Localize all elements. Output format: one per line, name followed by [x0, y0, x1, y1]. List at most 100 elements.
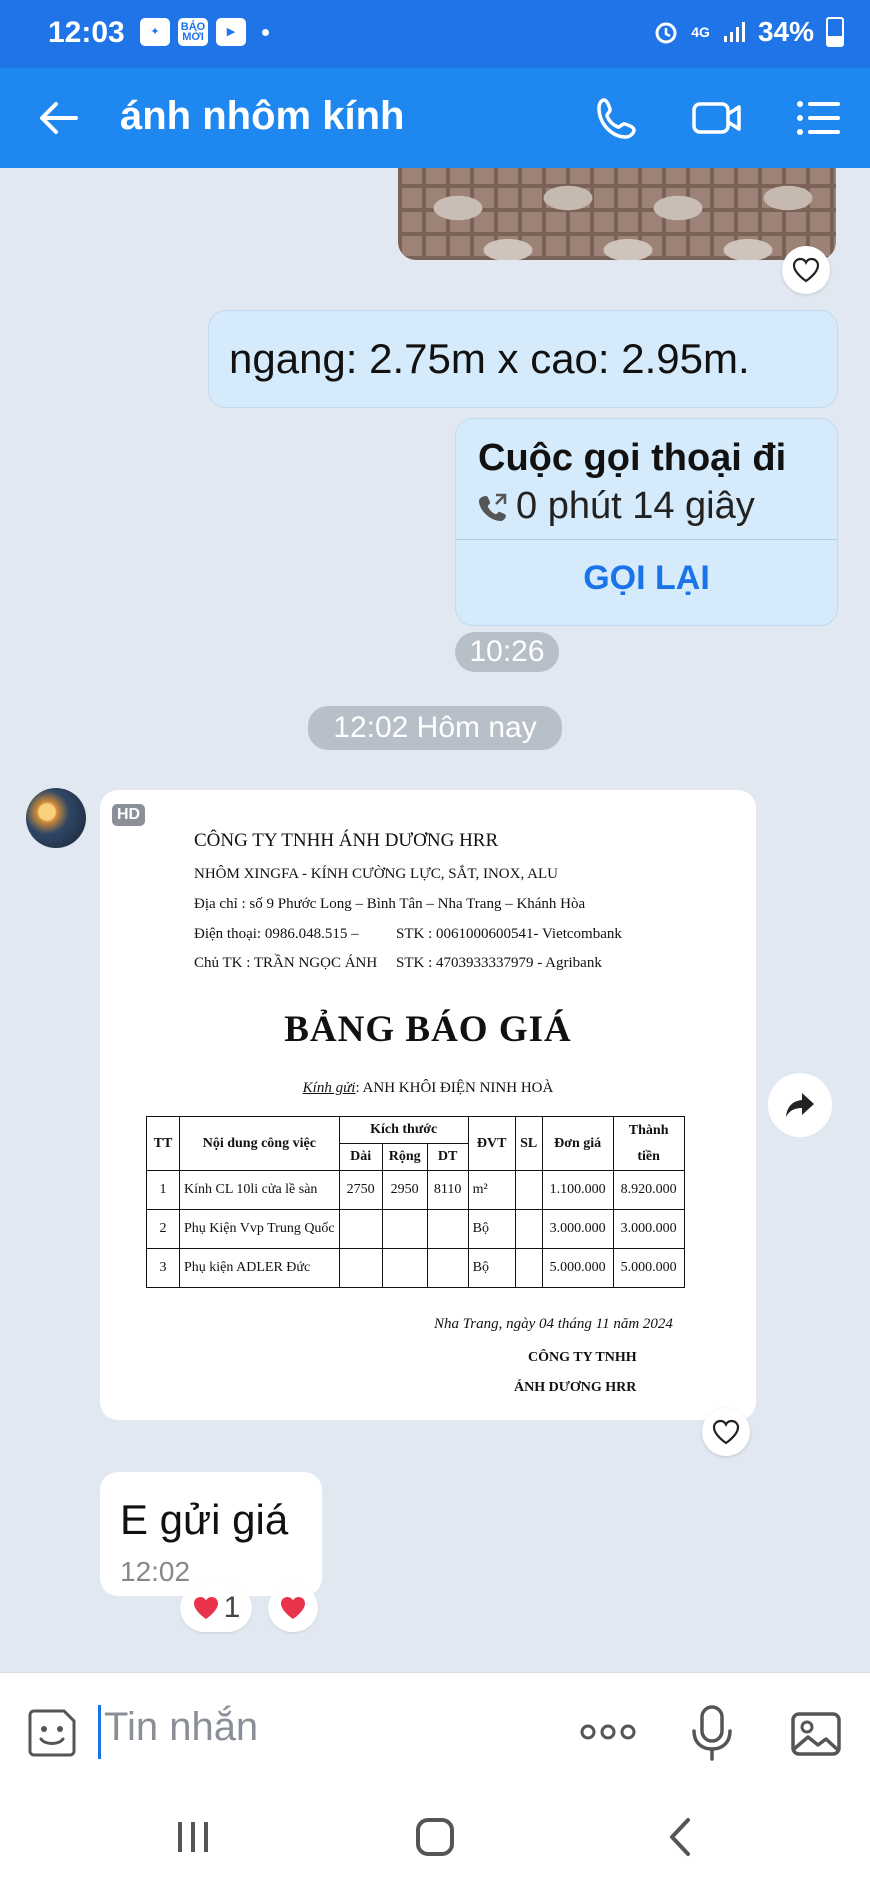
- cell-area: 8110: [426, 1170, 469, 1210]
- table-row: 3 Phụ kiện ADLER Đức Bộ 5.000.000 5.000.…: [146, 1248, 685, 1288]
- signal-icon: [723, 22, 745, 42]
- bao-moi-app-icon: BÁO MỚI: [178, 18, 208, 46]
- message-time: 12:02: [120, 1556, 191, 1587]
- home-icon[interactable]: [410, 1814, 460, 1860]
- doc-products: NHÔM XINGFA - KÍNH CƯỜNG LỰC, SẮT, INOX,…: [194, 866, 558, 882]
- doc-recipient-label: Kính gửi: [302, 1080, 356, 1096]
- text-caret: [98, 1705, 101, 1759]
- cell-qty: [514, 1170, 543, 1210]
- cell-price: 3.000.000: [541, 1209, 614, 1249]
- react-heart-button[interactable]: [702, 1408, 750, 1456]
- cell-area: [426, 1209, 469, 1249]
- red-heart-icon: [193, 1597, 218, 1619]
- phone-icon[interactable]: [592, 94, 642, 142]
- play-icon: ▶: [216, 18, 246, 46]
- game-controller-icon: ✦: [140, 18, 170, 46]
- cell-width: 2950: [381, 1170, 428, 1210]
- doc-date: Nha Trang, ngày 04 tháng 11 năm 2024: [434, 1316, 673, 1332]
- cell-tt: 1: [146, 1170, 180, 1210]
- cell-desc: Kính CL 10li cửa lề sàn: [179, 1170, 340, 1210]
- cell-width: [381, 1209, 428, 1249]
- cell-total: 3.000.000: [612, 1209, 685, 1249]
- incoming-message[interactable]: E gửi giá 12:02: [100, 1472, 322, 1596]
- table-row: 2 Phụ Kiện Vvp Trung Quốc Bộ 3.000.000 3…: [146, 1209, 685, 1249]
- quote-image-message[interactable]: HD CÔNG TY TNHH ÁNH DƯƠNG HRR NHÔM XINGF…: [100, 790, 756, 1420]
- cell-desc: Phụ kiện ADLER Đức: [179, 1248, 340, 1288]
- doc-recipient-value: : ANH KHÔI ĐIỆN NINH HOÀ: [355, 1080, 554, 1096]
- cell-area: [426, 1248, 469, 1288]
- call-title: Cuộc gọi thoại đi: [478, 437, 787, 479]
- notification-icons: ✦ BÁO MỚI ▶: [140, 18, 269, 46]
- doc-phone: Điện thoại: 0986.048.515 –: [194, 926, 359, 942]
- message-text: ngang: 2.75m x cao: 2.95m.: [229, 335, 750, 382]
- th-tt: TT: [146, 1116, 180, 1171]
- microphone-icon[interactable]: [690, 1703, 734, 1763]
- avatar[interactable]: [26, 788, 86, 848]
- menu-list-icon[interactable]: [794, 94, 844, 142]
- message-timestamp: 10:26: [455, 632, 559, 672]
- battery-icon: [826, 17, 844, 47]
- doc-account-1: STK : 0061000600541- Vietcombank: [396, 926, 622, 942]
- chat-header: ánh nhôm kính: [0, 68, 870, 168]
- sticker-emoji-icon[interactable]: [26, 1707, 78, 1759]
- th-length: Dài: [338, 1143, 383, 1171]
- cell-tt: 2: [146, 1209, 180, 1249]
- th-width: Rộng: [381, 1143, 428, 1171]
- status-bar: 12:03 ✦ BÁO MỚI ▶ 4G 34%: [0, 0, 870, 68]
- status-right: 4G 34%: [653, 16, 844, 48]
- call-duration: 0 phút 14 giây: [516, 485, 755, 527]
- gallery-image-icon[interactable]: [790, 1709, 842, 1759]
- more-notifications-dot: [262, 28, 269, 36]
- outgoing-message[interactable]: ngang: 2.75m x cao: 2.95m.: [208, 310, 838, 408]
- cell-length: 2750: [338, 1170, 383, 1210]
- message-input[interactable]: Tin nhắn: [104, 1705, 258, 1750]
- react-heart-button[interactable]: [782, 246, 830, 294]
- red-heart-icon: [281, 1597, 305, 1619]
- status-time: 12:03: [48, 16, 125, 49]
- th-price-label: Đơn giá: [554, 1135, 602, 1151]
- call-duration-row: 0 phút 14 giây: [478, 485, 755, 528]
- cell-unit: Bộ: [467, 1248, 516, 1288]
- cell-total: 5.000.000: [612, 1248, 685, 1288]
- outgoing-call-icon: [479, 493, 507, 521]
- chat-title[interactable]: ánh nhôm kính: [120, 94, 404, 139]
- cell-length: [338, 1209, 383, 1249]
- reaction-count: 1: [223, 1591, 241, 1624]
- video-call-icon[interactable]: [692, 94, 742, 142]
- recent-apps-icon[interactable]: [168, 1814, 218, 1860]
- doc-account-2: STK : 4703933337979 - Agribank: [396, 955, 602, 971]
- cell-qty: [514, 1209, 543, 1249]
- system-nav-bar: [0, 1792, 870, 1884]
- call-back-button[interactable]: GỌI LẠI: [456, 559, 837, 598]
- forward-arrow-icon: [786, 1093, 814, 1117]
- th-area: DT: [426, 1143, 469, 1171]
- photo-message[interactable]: [398, 168, 836, 260]
- reaction-summary[interactable]: 1: [180, 1584, 252, 1632]
- doc-signature-company: CÔNG TY TNHH: [528, 1350, 637, 1365]
- call-log-card: Cuộc gọi thoại đi 0 phút 14 giây GỌI LẠI: [455, 418, 838, 626]
- doc-signature-name: ÁNH DƯƠNG HRR: [514, 1380, 637, 1395]
- cell-desc: Phụ Kiện Vvp Trung Quốc: [179, 1209, 340, 1249]
- th-price: Đơn giá: [541, 1116, 614, 1171]
- message-input-bar: Tin nhắn: [0, 1672, 870, 1793]
- alarm-icon: [655, 22, 677, 44]
- cell-unit: Bộ: [467, 1209, 516, 1249]
- back-nav-icon[interactable]: [656, 1814, 706, 1860]
- cell-total: 8.920.000: [612, 1170, 685, 1210]
- th-qty: SL: [514, 1116, 543, 1171]
- network-type: 4G: [691, 24, 710, 40]
- th-total-1: Thành: [628, 1122, 669, 1138]
- cell-qty: [514, 1248, 543, 1288]
- message-text: E gửi giá: [120, 1496, 289, 1543]
- doc-recipient: Kính gửi: ANH KHÔI ĐIỆN NINH HOÀ: [100, 1080, 756, 1097]
- date-separator: 12:02 Hôm nay: [308, 706, 562, 750]
- th-unit: ĐVT: [467, 1116, 516, 1171]
- react-heart-button[interactable]: [268, 1584, 318, 1632]
- share-forward-button[interactable]: [768, 1073, 832, 1137]
- th-total-2: tiền: [637, 1148, 660, 1164]
- doc-title: BẢNG BÁO GIÁ: [284, 1009, 572, 1050]
- heart-outline-icon: [712, 1419, 740, 1445]
- more-options-icon[interactable]: [578, 1717, 638, 1747]
- cell-price: 1.100.000: [541, 1170, 614, 1210]
- back-arrow-icon[interactable]: [36, 96, 80, 140]
